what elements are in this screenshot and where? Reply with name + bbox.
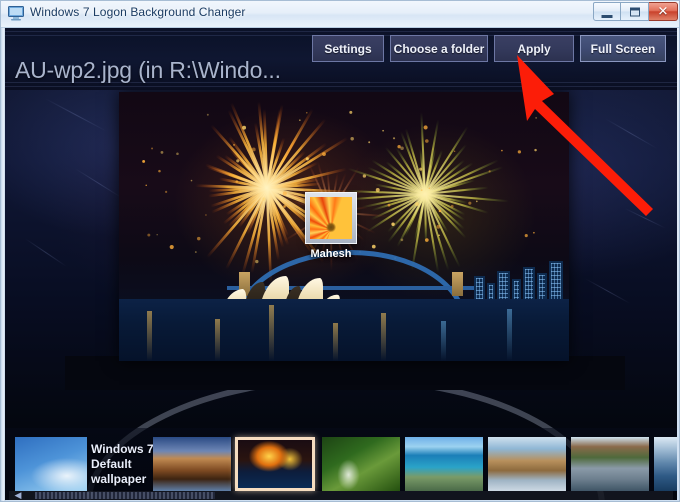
user-name: Mahesh	[310, 248, 352, 260]
scroll-left-icon[interactable]: ◀	[9, 491, 27, 500]
toolbar: AU-wp2.jpg (in R:\Windo... Settings Choo…	[5, 28, 677, 90]
thumbnail-strip[interactable]: Windows 7 Default wallpaper ◀	[5, 428, 677, 500]
maximize-icon	[629, 7, 640, 16]
monitor-icon	[8, 6, 24, 21]
logon-preview[interactable]: Mahesh	[119, 92, 569, 361]
thumbnail-rocky-river-valley[interactable]	[571, 437, 649, 491]
thumbnail-snowy-mountain-lake[interactable]	[654, 437, 677, 491]
thumbnail-outback-trees-at-dusk[interactable]	[153, 437, 231, 491]
settings-button[interactable]: Settings	[312, 35, 384, 62]
minimize-icon	[601, 12, 613, 18]
thumbnail-sydney-harbour-aerial[interactable]	[405, 437, 483, 491]
thumbnail-scrollbar[interactable]	[9, 491, 673, 500]
current-file-label: AU-wp2.jpg (in R:\Windo...	[15, 57, 281, 83]
city-skyline	[449, 255, 569, 301]
apply-button[interactable]: Apply	[494, 35, 574, 62]
app-content: Mahesh AU-wp2.jpg (in R:\Windo... Settin…	[5, 28, 677, 500]
choose-folder-button[interactable]: Choose a folder	[390, 35, 488, 62]
maximize-button[interactable]	[621, 2, 649, 21]
arc-mask	[65, 356, 625, 390]
scrollbar-thumb[interactable]	[35, 492, 215, 499]
thumbnail-sydney-harbour-fireworks[interactable]	[235, 437, 315, 491]
full-screen-button[interactable]: Full Screen	[580, 35, 666, 62]
thumbnail-twelve-apostles-coast[interactable]	[488, 437, 566, 491]
window-title: Windows 7 Logon Background Changer	[30, 5, 246, 19]
minimize-button[interactable]	[593, 2, 621, 21]
application-window: Windows 7 Logon Background Changer ✕ Mah…	[0, 0, 680, 502]
thumbnail-rainforest-waterfall[interactable]	[322, 437, 400, 491]
user-avatar-tile[interactable]	[305, 192, 357, 244]
flower-avatar	[310, 197, 352, 239]
title-bar: Windows 7 Logon Background Changer ✕	[1, 1, 679, 28]
thumbnail-windows-7-default-wallpaper[interactable]	[15, 437, 87, 491]
close-icon: ✕	[657, 4, 669, 19]
close-button[interactable]: ✕	[649, 2, 678, 21]
water-reflection	[119, 299, 569, 361]
